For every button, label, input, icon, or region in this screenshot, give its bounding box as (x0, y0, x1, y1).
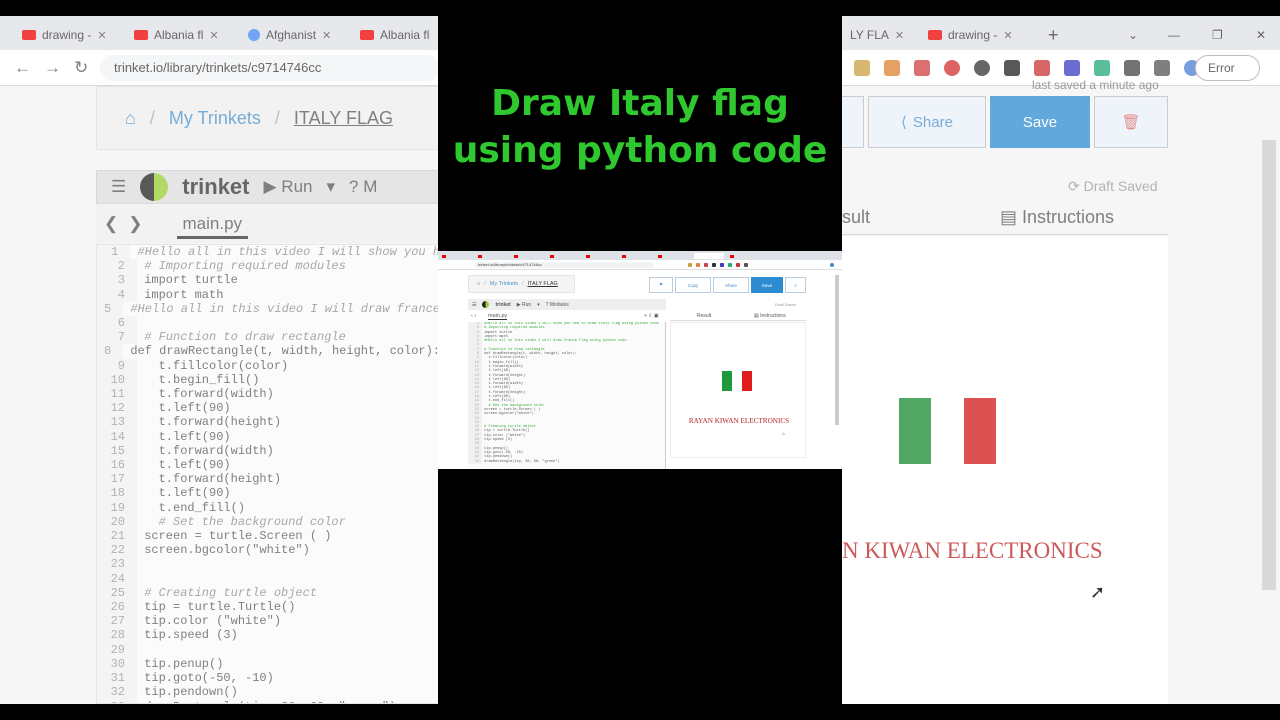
mouse-pointer-icon: ➚ (1090, 582, 1106, 602)
italy-flag (722, 371, 752, 391)
trinket-logo-icon (482, 301, 490, 308)
flag-red-stripe (742, 371, 752, 391)
mini-editor-toolbar: ☰ trinket ▶ Run ▾ ? Modules (468, 299, 666, 310)
run-button[interactable]: ▶ Run (517, 302, 531, 308)
copy-button[interactable]: Copy (675, 277, 711, 293)
mini-browser-tabs (438, 251, 842, 260)
trinket-logo-text: trinket (495, 301, 511, 308)
video-title: Draw Italy flag using python code (452, 83, 828, 171)
youtube-icon (478, 254, 482, 258)
youtube-icon (622, 254, 626, 258)
mini-url-field[interactable]: trinket.io/library/trinkets/c9714746cc (474, 262, 654, 268)
profile-icon[interactable] (830, 263, 834, 267)
youtube-icon (442, 254, 446, 258)
flag-green-stripe (722, 371, 732, 391)
video-frame: drawing - ✕ Albania fl ✕ Afghanist ✕ Albani… (0, 0, 1280, 720)
mini-code-editor[interactable]: 1 #Hello all in this video I will show y… (468, 322, 666, 469)
home-icon[interactable]: ⌂ (477, 281, 480, 287)
youtube-icon (730, 254, 734, 258)
code-text: drawRectangle(tip, 30, 60, "green") (482, 459, 560, 464)
code-text: #Hello all in this video I will draw fra… (482, 339, 627, 344)
tab-instructions[interactable]: ▤ Instructions (754, 313, 786, 319)
code-text: tip.speed (3) (482, 438, 513, 443)
mini-screenshot: trinket.io/library/trinkets/c9714746cc ⌂… (438, 251, 842, 469)
output-text: RAYAN KIWAN ELECTRONICS (688, 417, 790, 425)
extension-icon[interactable] (744, 263, 748, 267)
youtube-icon (586, 254, 590, 258)
share-button[interactable]: Share (713, 277, 749, 293)
mini-browser-tab[interactable] (550, 253, 580, 259)
breadcrumb-current[interactable]: ITALY FLAG (528, 281, 558, 287)
tab-main-py[interactable]: main.py (488, 313, 508, 320)
menu-icon[interactable]: ☰ (472, 302, 476, 308)
save-button[interactable]: Save (751, 277, 783, 293)
extension-icon[interactable] (712, 263, 716, 267)
mini-browser-tab[interactable] (622, 253, 652, 259)
mini-breadcrumb: ⌂ / My Trinkets / ITALY FLAG (468, 275, 575, 293)
mini-browser-tab[interactable] (514, 253, 544, 259)
extension-icon[interactable] (736, 263, 740, 267)
mini-browser-tab[interactable] (730, 253, 760, 259)
mini-output-pane: RAYAN KIWAN ELECTRONICS ⌂ (670, 322, 806, 458)
mini-browser-tab[interactable] (658, 253, 688, 259)
flag-white-stripe (732, 371, 742, 391)
mini-address-bar: trinket.io/library/trinkets/c9714746cc (438, 260, 842, 270)
draft-saved-status: Draft Saved (775, 302, 797, 307)
modules-button[interactable]: ? Modules (546, 302, 569, 308)
mini-output-tabs: Result ▤ Instructions (670, 311, 806, 321)
flag-button[interactable]: ⚑ (649, 277, 673, 293)
extension-icon[interactable] (688, 263, 692, 267)
mini-browser-tab[interactable] (586, 253, 616, 259)
code-text: screen.bgcolor("white") (482, 412, 534, 417)
line-number: 33 (468, 459, 482, 464)
extension-icon[interactable] (720, 263, 724, 267)
tab-result[interactable]: Result (697, 313, 711, 319)
mini-browser-tab[interactable] (442, 253, 472, 259)
code-line[interactable]: 33 drawRectangle(tip, 30, 60, "green") (468, 459, 665, 464)
breadcrumb-my-trinkets[interactable]: My Trinkets (490, 281, 518, 287)
youtube-icon (550, 254, 554, 258)
turtle-cursor-icon: ⌂ (782, 431, 786, 437)
extension-icon[interactable] (696, 263, 700, 267)
scrollbar[interactable] (835, 275, 839, 425)
youtube-icon (514, 254, 518, 258)
youtube-icon (658, 254, 662, 258)
chevron-left-icon[interactable]: ‹ › (471, 313, 476, 319)
extension-icon[interactable] (728, 263, 732, 267)
mini-browser-tab-active[interactable] (694, 253, 724, 259)
mini-file-tabs: ‹ › main.py + ⇩ ▣ (468, 312, 666, 321)
mini-browser-tab[interactable] (478, 253, 508, 259)
extension-icon[interactable] (704, 263, 708, 267)
add-file-icon[interactable]: + ⇩ ▣ (644, 313, 659, 319)
run-menu-chevron-icon[interactable]: ▾ (537, 302, 540, 308)
more-button[interactable]: ≡ (785, 277, 806, 293)
